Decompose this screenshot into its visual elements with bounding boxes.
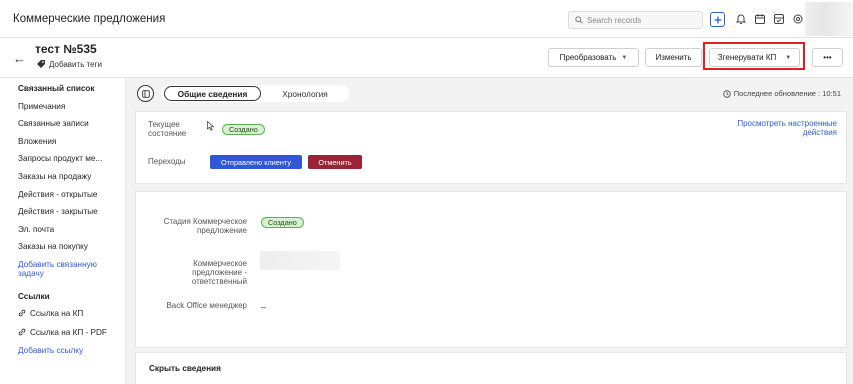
cancel-button[interactable]: Отменить (308, 155, 362, 169)
link-icon (18, 328, 26, 336)
responsible-label: Коммерческое предложение - ответственный (191, 259, 247, 286)
more-actions-button[interactable]: ••• (812, 48, 843, 67)
tasks-icon[interactable] (773, 13, 785, 25)
link-item-offer-pdf[interactable]: Ссылка на КП - PDF (18, 328, 107, 337)
sidebar-item-closed-activities[interactable]: Действия - закрытые (18, 207, 98, 216)
sent-to-client-button[interactable]: Отправлено клиенту (210, 155, 302, 169)
calendar-icon[interactable] (754, 13, 766, 25)
last-update-text: Последнее обновление : 10:51 (733, 89, 841, 98)
search-icon (575, 16, 583, 24)
settings-icon[interactable] (792, 13, 804, 25)
current-state-label: Текущее состояние (148, 120, 187, 138)
more-icon: ••• (823, 53, 832, 62)
convert-label: Преобразовать (559, 53, 617, 62)
view-configured-actions-link[interactable]: Просмотреть настроенные действия (707, 119, 837, 137)
link-item-offer[interactable]: Ссылка на КП (18, 309, 83, 318)
clock-icon (722, 89, 731, 98)
add-tags-link[interactable]: Добавить теги (36, 59, 102, 69)
state-card: Текущее состояние Создано Просмотреть на… (135, 111, 847, 184)
tabs-bar: Общие сведения Хронология Последнее обно… (135, 85, 845, 103)
sidebar-item-notes[interactable]: Примечания (18, 102, 65, 111)
highlight-box (703, 42, 805, 70)
add-link[interactable]: Добавить ссылку (18, 346, 83, 355)
add-icon[interactable] (710, 12, 725, 27)
panel-icon (141, 89, 150, 98)
sidebar-item-sales-orders[interactable]: Заказы на продажу (18, 172, 91, 181)
user-avatar[interactable] (805, 2, 853, 36)
search-input[interactable]: Search records (568, 11, 703, 29)
main-content: Общие сведения Хронология Последнее обно… (126, 78, 853, 384)
tab-group: Общие сведения Хронология (161, 85, 349, 102)
collapse-sidebar-button[interactable] (137, 85, 154, 102)
last-update: Последнее обновление : 10:51 (722, 89, 841, 98)
caret-down-icon: ▼ (621, 54, 628, 61)
convert-button[interactable]: Преобразовать ▼ (548, 48, 639, 67)
hide-details-toggle[interactable]: Скрыть сведения (149, 364, 221, 373)
cursor-icon (207, 121, 215, 131)
record-title: тест №535 (35, 42, 97, 56)
sidebar-item-open-activities[interactable]: Действия - открытые (18, 190, 97, 199)
search-placeholder: Search records (587, 15, 642, 25)
bell-icon[interactable] (735, 13, 747, 25)
app-title: Коммерческие предложения (13, 13, 166, 25)
related-list-sidebar: Связанный список Примечания Связанные за… (0, 78, 126, 384)
link-icon (18, 309, 26, 317)
link-label: Ссылка на КП (30, 309, 84, 318)
top-bar: Коммерческие предложения Search records (0, 0, 853, 38)
related-list-title: Связанный список (18, 84, 95, 93)
sidebar-item-attachments[interactable]: Вложения (18, 137, 56, 146)
back-office-value: – (261, 302, 267, 312)
responsible-value (260, 251, 340, 270)
back-arrow-icon[interactable]: ← (13, 51, 26, 66)
details-card: Стадия Коммерческое предложение Создано … (135, 191, 847, 348)
stage-badge: Создано (261, 217, 304, 228)
link-label: Ссылка на КП - PDF (30, 328, 107, 337)
transitions-label: Переходы (148, 157, 186, 166)
back-office-label: Back Office менеджер (166, 301, 247, 310)
links-title: Ссылки (18, 292, 50, 301)
edit-label: Изменить (655, 53, 692, 62)
add-tags-label: Добавить теги (49, 59, 102, 69)
hide-details-card: Скрыть сведения (135, 352, 847, 384)
sidebar-item-emails[interactable]: Эл. почта (18, 225, 54, 234)
tab-timeline[interactable]: Хронология (265, 86, 345, 101)
sidebar-item-related-records[interactable]: Связанные записи (18, 119, 89, 128)
edit-button[interactable]: Изменить (645, 48, 702, 67)
sidebar-item-product-requests[interactable]: Запросы продукт ме... (18, 154, 102, 163)
sidebar-item-purchase-orders[interactable]: Заказы на покупку (18, 242, 88, 251)
tab-overview[interactable]: Общие сведения (164, 86, 261, 101)
current-state-badge: Создано (222, 124, 265, 135)
add-related-task-link[interactable]: Добавить связанную задачу (18, 260, 114, 278)
stage-label: Стадия Коммерческое предложение (163, 217, 247, 235)
tag-icon (37, 60, 45, 68)
